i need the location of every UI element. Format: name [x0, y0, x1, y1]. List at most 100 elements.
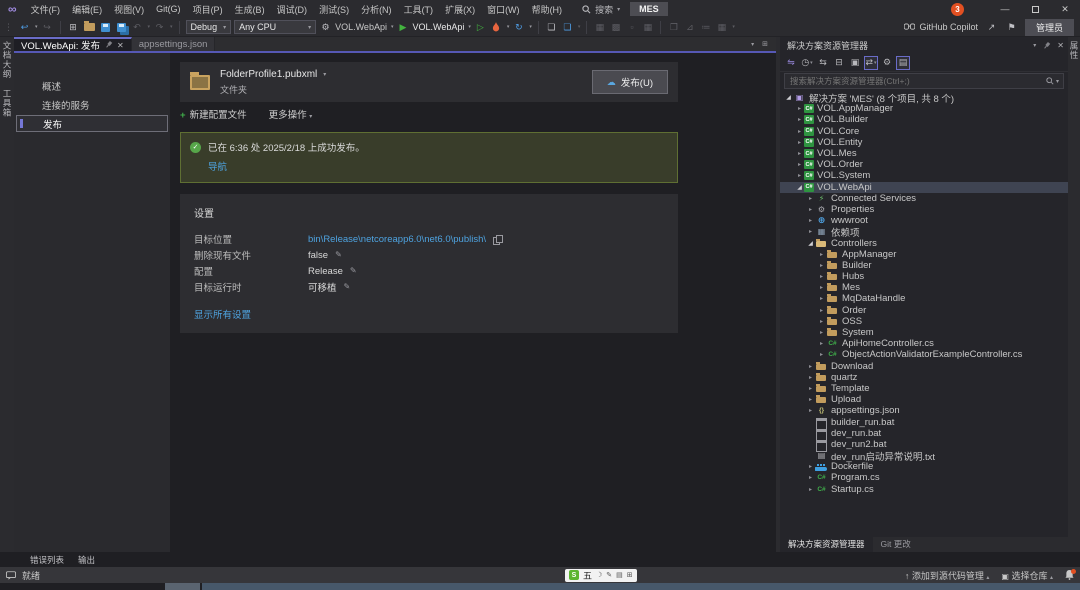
- setting-action-icon[interactable]: [350, 266, 360, 276]
- expand-arrow-icon[interactable]: [806, 240, 815, 247]
- expand-arrow-icon[interactable]: [817, 340, 826, 347]
- feedback-icon[interactable]: ⚑: [1005, 20, 1018, 35]
- solution-search-box[interactable]: ▾: [784, 73, 1064, 89]
- expand-arrow-icon[interactable]: [795, 116, 804, 123]
- expand-arrow-icon[interactable]: [817, 273, 826, 280]
- solution-name-badge[interactable]: MES: [630, 2, 668, 16]
- chevron-down-icon[interactable]: ▾: [732, 24, 735, 30]
- expand-arrow-icon[interactable]: [806, 217, 815, 224]
- close-button[interactable]: ✕: [1050, 0, 1080, 18]
- expand-arrow-icon[interactable]: [806, 228, 815, 235]
- publish-nav-item[interactable]: 概述: [16, 77, 168, 94]
- tree-item[interactable]: Download: [780, 361, 1068, 372]
- chevron-down-icon[interactable]: ▾: [170, 24, 173, 30]
- navigate-back-icon[interactable]: ↩: [18, 20, 31, 35]
- tree-item[interactable]: OSS: [780, 316, 1068, 327]
- tree-item[interactable]: AppManager: [780, 249, 1068, 260]
- explorer-bottom-tab[interactable]: Git 更改: [873, 536, 919, 552]
- setting-action-icon[interactable]: [493, 234, 503, 244]
- solution-switch-icon[interactable]: ⇋: [784, 56, 798, 70]
- expand-arrow-icon[interactable]: [806, 463, 815, 470]
- chevron-down-icon[interactable]: ▾: [529, 24, 532, 30]
- collapse-all-icon[interactable]: ⊟: [832, 56, 846, 70]
- tree-item[interactable]: ⚡ Connected Services: [780, 193, 1068, 204]
- active-files-dropdown-icon[interactable]: ▾: [751, 41, 754, 48]
- navigate-forward-icon[interactable]: ↪: [41, 20, 54, 35]
- expand-arrow-icon[interactable]: [806, 486, 815, 493]
- expand-arrow-icon[interactable]: [795, 128, 804, 135]
- chevron-down-icon[interactable]: ▾: [1056, 78, 1059, 85]
- tree-item[interactable]: Hubs: [780, 271, 1068, 282]
- tree-item[interactable]: builder_run.bat: [780, 416, 1068, 427]
- tree-item[interactable]: Builder: [780, 260, 1068, 271]
- tree-item[interactable]: C# ObjectActionValidatorExampleControlle…: [780, 349, 1068, 360]
- chevron-down-icon[interactable]: ▾: [35, 24, 38, 30]
- tree-item[interactable]: {} appsettings.json: [780, 405, 1068, 416]
- ime-toolbar[interactable]: S 五 ☽ ✎ ▤ ⊞: [565, 569, 637, 582]
- bottom-panel-tab[interactable]: 输出: [78, 554, 95, 566]
- tree-item[interactable]: C# VOL.Mes: [780, 148, 1068, 159]
- comment-icon[interactable]: ▦: [593, 20, 606, 35]
- menu-item[interactable]: 窗口(W): [481, 1, 526, 18]
- find-in-files-icon[interactable]: ❏: [545, 20, 558, 35]
- feedback-bubble-icon[interactable]: [6, 571, 16, 580]
- menu-item[interactable]: 文件(F): [25, 1, 67, 18]
- menu-item[interactable]: 编辑(E): [66, 1, 108, 18]
- github-copilot-button[interactable]: GitHub Copilot: [904, 22, 978, 32]
- dock-tab[interactable]: 文档大纲: [1, 41, 13, 79]
- pending-changes-icon[interactable]: ◷: [800, 56, 814, 70]
- expand-arrow-icon[interactable]: [817, 295, 826, 302]
- new-profile-button[interactable]: +新建配置文件: [180, 107, 247, 121]
- new-window-icon[interactable]: ❏: [561, 20, 574, 35]
- restore-button[interactable]: [1020, 0, 1050, 18]
- chevron-down-icon[interactable]: ▾: [323, 71, 326, 78]
- table-icon[interactable]: ▦: [715, 20, 728, 35]
- save-icon[interactable]: [99, 20, 112, 35]
- setting-value[interactable]: false: [308, 250, 328, 261]
- menu-item[interactable]: 视图(V): [108, 1, 150, 18]
- chevron-down-icon[interactable]: ▾: [507, 24, 510, 30]
- tree-item[interactable]: C# VOL.Builder: [780, 114, 1068, 125]
- chevron-down-icon[interactable]: ▾: [391, 24, 394, 30]
- grid-icon[interactable]: ▦: [641, 20, 654, 35]
- clipboard-icon[interactable]: ▤: [616, 571, 623, 579]
- tree-item[interactable]: System: [780, 327, 1068, 338]
- list-icon[interactable]: ≔: [699, 20, 712, 35]
- expand-arrow-icon[interactable]: [806, 206, 815, 213]
- publish-button[interactable]: ☁ 发布(U): [592, 70, 668, 94]
- save-all-icon[interactable]: [115, 20, 128, 35]
- startup-project-label[interactable]: VOL.WebApi: [335, 22, 387, 32]
- tree-item[interactable]: Dockerfile: [780, 461, 1068, 472]
- expand-arrow-icon[interactable]: [806, 374, 815, 381]
- moon-icon[interactable]: ☽: [596, 571, 602, 579]
- chevron-down-icon[interactable]: ▾: [578, 24, 581, 30]
- switch-view-icon[interactable]: ⇆: [816, 56, 830, 70]
- more-actions-button[interactable]: 更多操作 ▾: [269, 107, 313, 121]
- publish-profile-icon[interactable]: ❐: [667, 20, 680, 35]
- sync-active-document-icon[interactable]: ⇄: [864, 56, 878, 70]
- expand-arrow-icon[interactable]: [784, 94, 793, 101]
- menu-item[interactable]: 调试(D): [271, 1, 314, 18]
- expand-arrow-icon[interactable]: [795, 105, 804, 112]
- tree-item[interactable]: quartz: [780, 372, 1068, 383]
- tree-item[interactable]: C# VOL.Order: [780, 159, 1068, 170]
- expand-arrow-icon[interactable]: [817, 284, 826, 291]
- expand-arrow-icon[interactable]: [795, 172, 804, 179]
- expand-arrow-icon[interactable]: [795, 150, 804, 157]
- tree-item[interactable]: Order: [780, 305, 1068, 316]
- dock-tab[interactable]: 工具箱: [1, 89, 13, 118]
- properties-tab[interactable]: 属性: [1068, 41, 1080, 60]
- tree-item[interactable]: Template: [780, 383, 1068, 394]
- expand-arrow-icon[interactable]: [795, 184, 804, 191]
- account-button[interactable]: 管理员: [1025, 19, 1074, 36]
- publish-nav-item[interactable]: 连接的服务: [16, 96, 168, 113]
- solution-configuration-dropdown[interactable]: Debug ▾: [186, 20, 232, 34]
- tree-item[interactable]: C# ApiHomeController.cs: [780, 338, 1068, 349]
- tree-item[interactable]: C# Program.cs: [780, 472, 1068, 483]
- chart-icon[interactable]: ⊿: [683, 20, 696, 35]
- expand-arrow-icon[interactable]: [806, 195, 815, 202]
- start-debugging-icon[interactable]: ▶: [396, 20, 409, 35]
- scope-to-this-icon[interactable]: ▣: [848, 56, 862, 70]
- minimize-button[interactable]: —: [990, 0, 1020, 18]
- expand-arrow-icon[interactable]: [806, 407, 815, 414]
